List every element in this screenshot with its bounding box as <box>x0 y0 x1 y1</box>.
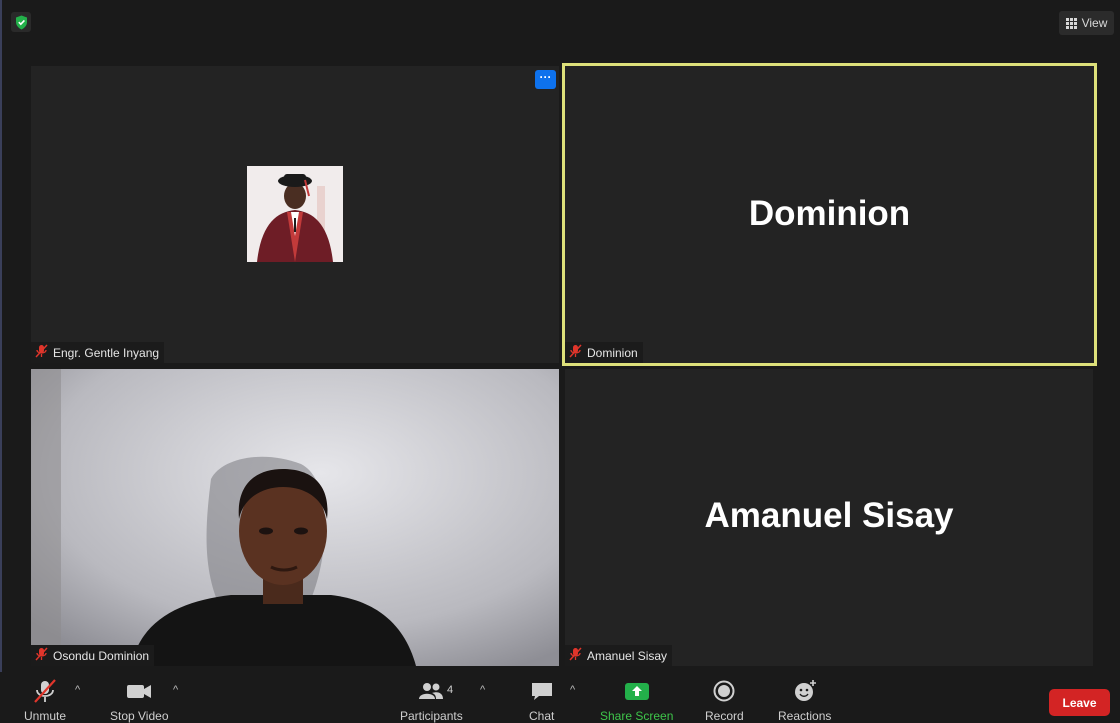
meeting-toolbar: Unmute ^ Stop Video ^ Participants 4 ^ C… <box>0 672 1120 723</box>
chat-label: Chat <box>529 709 555 723</box>
leave-button[interactable]: Leave <box>1049 689 1110 716</box>
share-screen-button[interactable]: Share Screen <box>600 678 673 723</box>
participants-options-chevron-icon[interactable]: ^ <box>480 684 485 696</box>
participant-name-tag: Dominion <box>565 342 643 363</box>
participant-tile[interactable]: Osondu Dominion <box>31 369 559 666</box>
stop-video-label: Stop Video <box>110 709 169 723</box>
participants-label: Participants <box>400 709 463 723</box>
more-options-button[interactable]: ··· <box>535 70 556 89</box>
participant-name-tag: Engr. Gentle Inyang <box>31 342 165 363</box>
reactions-button[interactable]: Reactions <box>778 678 831 723</box>
participant-tile[interactable]: ··· Engr. Gentle Inyang <box>31 66 559 363</box>
participant-name-tag: Amanuel Sisay <box>565 645 673 666</box>
grid-icon <box>1065 17 1077 29</box>
mic-muted-icon <box>35 647 48 664</box>
shield-check-icon[interactable] <box>11 12 31 32</box>
window-edge <box>0 0 2 723</box>
chat-button[interactable]: Chat <box>529 678 554 723</box>
participant-name-tag: Osondu Dominion <box>31 645 155 666</box>
unmute-button[interactable]: Unmute <box>24 678 66 723</box>
view-button[interactable]: View <box>1059 11 1114 35</box>
mic-muted-icon <box>32 678 58 704</box>
video-options-chevron-icon[interactable]: ^ <box>173 684 178 696</box>
video-camera-icon <box>125 678 153 704</box>
top-bar: View <box>0 0 1120 44</box>
mic-muted-icon <box>569 344 582 361</box>
participant-display-name: Dominion <box>748 194 911 233</box>
participant-name: Osondu Dominion <box>53 648 150 663</box>
participant-name: Amanuel Sisay <box>587 648 668 663</box>
record-button[interactable]: Record <box>705 678 744 723</box>
video-feed <box>31 369 559 666</box>
participants-button[interactable]: Participants <box>400 678 463 723</box>
reactions-label: Reactions <box>778 709 832 723</box>
participant-display-name: Amanuel Sisay <box>704 496 954 535</box>
participant-tile[interactable]: Amanuel Sisay Amanuel Sisay <box>565 369 1093 666</box>
view-label: View <box>1081 16 1108 30</box>
participant-name: Engr. Gentle Inyang <box>53 345 160 360</box>
chat-bubble-icon <box>530 678 554 704</box>
participants-icon <box>416 678 446 704</box>
share-screen-label: Share Screen <box>600 709 674 723</box>
participant-tile-active[interactable]: Dominion Dominion <box>562 63 1097 366</box>
smiley-plus-icon <box>792 678 818 704</box>
record-icon <box>711 678 737 704</box>
avatar <box>247 166 343 262</box>
share-screen-icon <box>624 678 650 704</box>
participant-name: Dominion <box>587 345 638 360</box>
meeting-window: View ··· Engr. Gentle Inyang Dominion Do… <box>0 0 1120 723</box>
stop-video-button[interactable]: Stop Video <box>110 678 169 723</box>
mic-muted-icon <box>569 647 582 664</box>
record-label: Record <box>705 709 744 723</box>
participants-count: 4 <box>447 684 454 696</box>
mic-muted-icon <box>35 344 48 361</box>
audio-options-chevron-icon[interactable]: ^ <box>75 684 80 696</box>
unmute-label: Unmute <box>24 709 67 723</box>
chat-options-chevron-icon[interactable]: ^ <box>570 684 575 696</box>
